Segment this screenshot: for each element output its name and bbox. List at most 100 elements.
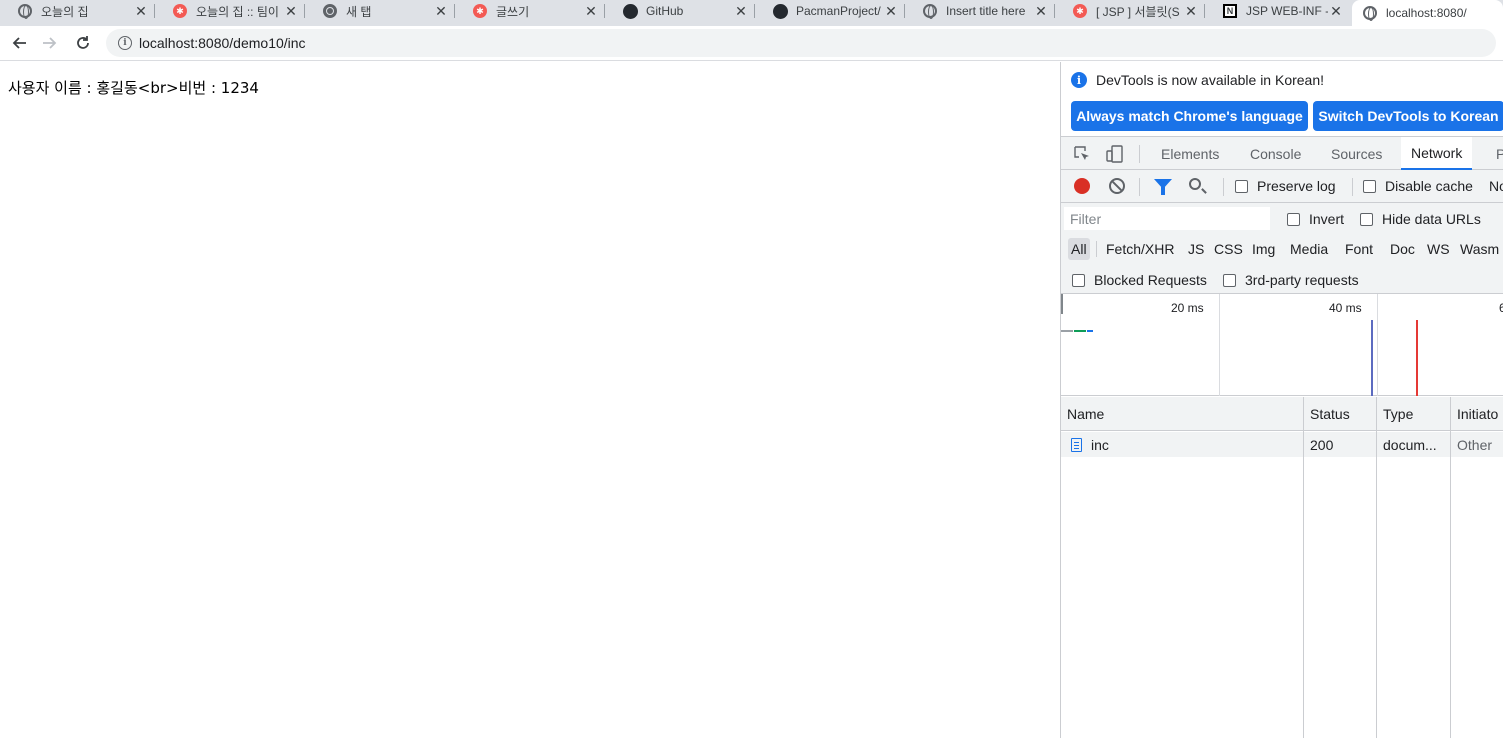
close-icon[interactable]: ✕	[583, 3, 599, 19]
browser-toolbar: i localhost:8080/demo10/inc	[0, 26, 1503, 61]
filter-icon[interactable]	[1154, 179, 1172, 195]
close-icon[interactable]: ✕	[433, 3, 449, 19]
globe-icon	[922, 3, 938, 19]
disable-cache-checkbox[interactable]: Disable cache	[1363, 178, 1473, 194]
request-name: inc	[1091, 436, 1109, 453]
type-filter-all[interactable]: All	[1068, 238, 1090, 260]
checkbox-box[interactable]	[1363, 179, 1376, 193]
type-filter-ws[interactable]: WS	[1424, 238, 1453, 260]
checkbox-box[interactable]	[1235, 179, 1248, 193]
reload-button[interactable]	[70, 31, 96, 55]
browser-tab[interactable]: Insert title here ✕	[905, 0, 1055, 22]
address-bar[interactable]: i localhost:8080/demo10/inc	[106, 29, 1496, 57]
close-icon[interactable]: ✕	[1183, 3, 1199, 19]
overview-tick-label: 6	[1499, 301, 1503, 315]
clear-icon[interactable]	[1109, 178, 1125, 194]
request-type: docum...	[1383, 436, 1437, 453]
dom-content-loaded-marker	[1371, 320, 1373, 396]
device-toolbar-icon[interactable]	[1105, 144, 1125, 164]
overview-bar-waiting	[1061, 330, 1073, 332]
browser-tab[interactable]: ✱ [ JSP ] 서블릿(S ✕	[1055, 0, 1205, 22]
close-icon[interactable]: ✕	[883, 3, 899, 19]
request-name-cell[interactable]: inc	[1065, 432, 1303, 457]
back-button[interactable]	[6, 31, 32, 55]
resource-type-filter: All Fetch/XHR JS CSS Img Media Font Doc …	[1061, 233, 1503, 265]
ohouse-icon: ✱	[1072, 3, 1088, 19]
type-filter-doc[interactable]: Doc	[1387, 238, 1418, 260]
browser-tab-active[interactable]: localhost:8080/	[1352, 0, 1503, 26]
table-row[interactable]: inc 200 docum... Other	[1061, 432, 1503, 457]
forward-button[interactable]	[37, 31, 63, 55]
tab-title: Insert title here	[946, 4, 1026, 18]
close-icon[interactable]: ✕	[1328, 3, 1344, 19]
browser-tab[interactable]: N JSP WEB-INF - ✕	[1205, 0, 1350, 22]
close-icon[interactable]: ✕	[1033, 3, 1049, 19]
close-icon[interactable]: ✕	[133, 3, 149, 19]
blocked-requests-row: Blocked Requests 3rd-party requests	[1061, 265, 1503, 294]
blocked-requests-label: Blocked Requests	[1094, 272, 1207, 288]
tab-performance[interactable]: P	[1486, 137, 1503, 170]
filter-input[interactable]	[1064, 207, 1270, 230]
third-party-checkbox[interactable]: 3rd-party requests	[1223, 272, 1359, 288]
ohouse-icon: ✱	[472, 3, 488, 19]
type-filter-wasm[interactable]: Wasm	[1457, 238, 1502, 260]
devtools-tab-bar: Elements Console Sources Network P	[1061, 136, 1503, 170]
devtools-panel: i DevTools is now available in Korean! A…	[1060, 62, 1503, 738]
throttling-label[interactable]: No	[1489, 178, 1503, 194]
browser-tab[interactable]: 새 탭 ✕	[305, 0, 455, 22]
reload-icon	[77, 36, 89, 49]
browser-tab[interactable]: GitHub ✕	[605, 0, 755, 22]
browser-tab[interactable]: ✱ 글쓰기 ✕	[455, 0, 605, 22]
column-header-type[interactable]: Type	[1377, 397, 1450, 431]
checkbox-box[interactable]	[1223, 273, 1236, 287]
browser-tab[interactable]: PacmanProject/ ✕	[755, 0, 905, 22]
tab-console[interactable]: Console	[1240, 137, 1311, 170]
checkbox-box[interactable]	[1287, 212, 1300, 226]
column-header-initiator[interactable]: Initiato	[1451, 397, 1503, 431]
record-icon[interactable]	[1074, 178, 1090, 194]
type-filter-media[interactable]: Media	[1287, 238, 1331, 260]
tab-sources[interactable]: Sources	[1321, 137, 1392, 170]
site-info-icon[interactable]: i	[118, 36, 132, 50]
request-initiator: Other	[1457, 436, 1493, 453]
type-filter-css[interactable]: CSS	[1211, 238, 1246, 260]
inspect-element-icon[interactable]	[1072, 144, 1092, 164]
page-content: 사용자 이름 : 홍길동<br>비번 : 1234	[0, 62, 1060, 738]
overview-bar-queue	[1087, 330, 1093, 332]
hide-data-urls-checkbox[interactable]: Hide data URLs	[1360, 211, 1481, 227]
preserve-log-checkbox[interactable]: Preserve log	[1235, 178, 1336, 194]
tab-elements[interactable]: Elements	[1151, 137, 1229, 170]
overview-bar-download	[1074, 330, 1086, 332]
close-icon[interactable]: ✕	[283, 3, 299, 19]
network-requests-table: Name Status Type Initiato inc 200 docum.…	[1061, 397, 1503, 738]
blocked-requests-checkbox[interactable]: Blocked Requests	[1072, 272, 1207, 288]
tab-title: localhost:8080/	[1386, 6, 1467, 20]
arrow-right-icon	[43, 37, 57, 49]
tab-strip: 오늘의 집 ✕ ✱ 오늘의 집 :: 팀이 ✕ 새 탭 ✕ ✱ 글쓰기 ✕ Gi…	[0, 0, 1503, 26]
tab-title: 오늘의 집	[41, 4, 89, 19]
invert-checkbox[interactable]: Invert	[1287, 211, 1344, 227]
type-filter-fetch[interactable]: Fetch/XHR	[1103, 238, 1177, 260]
tab-network[interactable]: Network	[1401, 137, 1473, 170]
network-overview[interactable]: 20 ms 40 ms 6	[1061, 294, 1503, 396]
overview-handle[interactable]	[1061, 294, 1063, 314]
close-icon[interactable]: ✕	[733, 3, 749, 19]
notion-icon: N	[1222, 3, 1238, 19]
checkbox-box[interactable]	[1072, 273, 1085, 287]
network-toolbar: Preserve log Disable cache No	[1061, 170, 1503, 203]
switch-to-korean-button[interactable]: Switch DevTools to Korean	[1313, 101, 1503, 131]
overview-tick-label: 20 ms	[1171, 301, 1204, 315]
search-icon[interactable]	[1189, 178, 1201, 190]
column-header-status[interactable]: Status	[1304, 397, 1376, 431]
preserve-log-label: Preserve log	[1257, 178, 1336, 194]
checkbox-box[interactable]	[1360, 212, 1373, 226]
type-filter-img[interactable]: Img	[1249, 238, 1278, 260]
browser-tab[interactable]: 오늘의 집 ✕	[0, 0, 155, 22]
globe-icon	[1362, 5, 1378, 21]
tab-title: 글쓰기	[496, 4, 530, 19]
always-match-language-button[interactable]: Always match Chrome's language	[1071, 101, 1308, 131]
type-filter-js[interactable]: JS	[1185, 238, 1207, 260]
column-header-name[interactable]: Name	[1061, 397, 1303, 431]
type-filter-font[interactable]: Font	[1342, 238, 1376, 260]
browser-tab[interactable]: ✱ 오늘의 집 :: 팀이 ✕	[155, 0, 305, 22]
